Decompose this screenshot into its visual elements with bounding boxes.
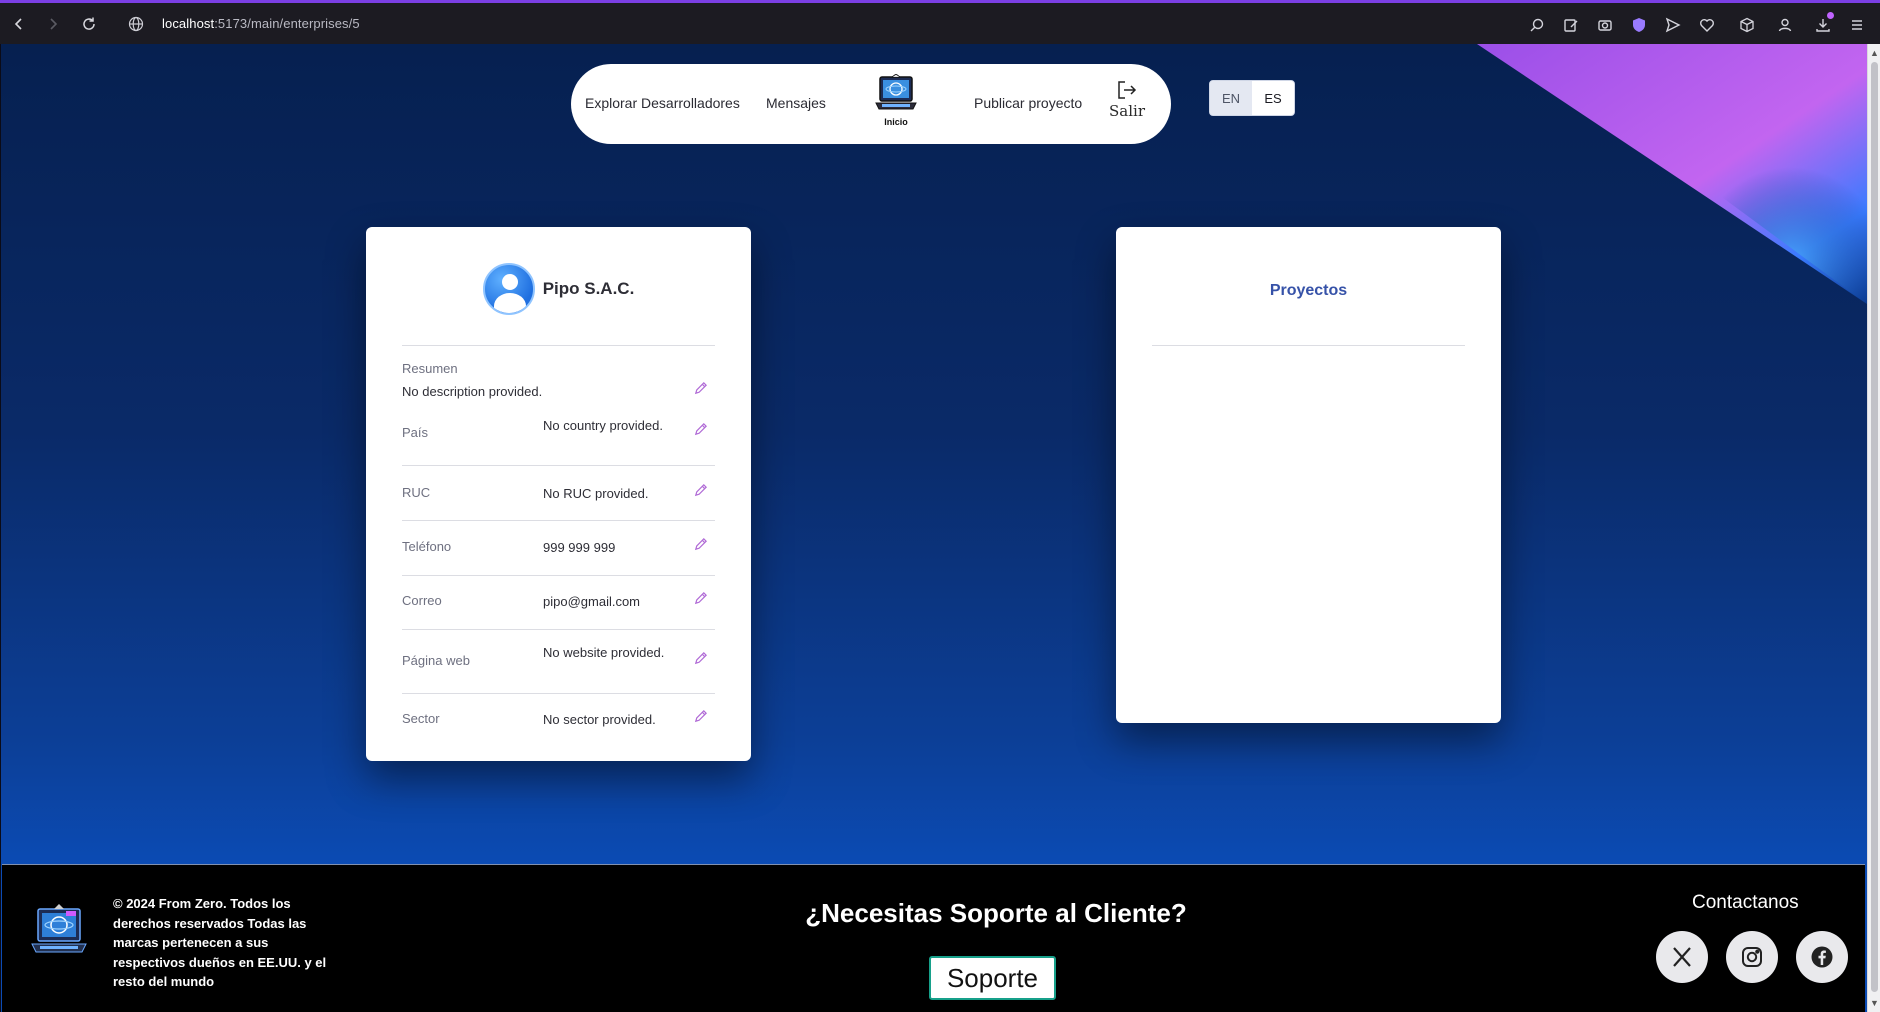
facebook-social-button[interactable] <box>1796 931 1848 983</box>
contact-title: Contactanos <box>1692 892 1799 913</box>
field-label: Sector <box>402 711 440 726</box>
back-icon <box>14 17 22 30</box>
logout-label: Salir <box>1109 102 1145 120</box>
send-icon[interactable] <box>1658 10 1688 40</box>
forward-button[interactable] <box>36 7 70 41</box>
x-social-button[interactable] <box>1656 931 1708 983</box>
projects-card: Proyectos <box>1116 227 1501 723</box>
edit-icon[interactable] <box>693 381 711 399</box>
footer: © 2024 From Zero. Todos los derechos res… <box>2 864 1865 1012</box>
globe-icon <box>128 16 144 31</box>
reload-icon <box>83 17 95 30</box>
field-value: No sector provided. <box>543 712 656 727</box>
edit-icon[interactable] <box>693 709 711 727</box>
url-path: :5173/main/enterprises/5 <box>214 16 360 31</box>
notification-dot <box>1827 12 1834 19</box>
edit-icon[interactable] <box>693 483 711 501</box>
field-value: pipo@gmail.com <box>543 594 641 609</box>
account-icon[interactable] <box>1770 10 1800 40</box>
address-bar[interactable]: localhost:5173/main/enterprises/5 <box>128 16 360 32</box>
lang-es-button[interactable]: ES <box>1252 81 1294 115</box>
menu-icon[interactable] <box>1842 10 1872 40</box>
scroll-thumb[interactable] <box>1871 62 1878 992</box>
toolbar-extensions <box>1522 3 1872 47</box>
cube-icon[interactable] <box>1732 10 1762 40</box>
nav-publish-project[interactable]: Publicar proyecto <box>974 95 1082 111</box>
nav-explore-developers[interactable]: Explorar Desarrolladores <box>585 95 740 111</box>
profile-header: Pipo S.A.C. <box>366 263 751 315</box>
instagram-icon <box>1742 947 1762 967</box>
lang-en-button[interactable]: EN <box>1210 81 1252 115</box>
reload-button[interactable] <box>72 7 106 41</box>
scroll-down-arrow[interactable]: ▼ <box>1868 996 1880 1010</box>
back-button[interactable] <box>2 7 36 41</box>
main-nav: Explorar Desarrolladores Mensajes Inicio… <box>571 64 1171 144</box>
edit-page-icon[interactable] <box>1556 10 1586 40</box>
edit-icon[interactable] <box>693 537 711 555</box>
field-label: Teléfono <box>402 539 452 554</box>
company-name: Pipo S.A.C. <box>542 279 635 298</box>
edit-icon[interactable] <box>693 651 711 669</box>
company-profile-card: Pipo S.A.C. Resumen No description provi… <box>366 227 751 761</box>
summary-value: No description provided. <box>402 384 543 399</box>
browser-toolbar: localhost:5173/main/enterprises/5 <box>0 0 1880 44</box>
support-button[interactable]: Soporte <box>929 956 1056 1000</box>
nav-home[interactable]: Inicio <box>871 74 921 127</box>
nav-home-label: Inicio <box>884 117 908 127</box>
language-toggle: EN ES <box>1209 80 1295 116</box>
edit-icon[interactable] <box>693 591 711 609</box>
x-icon <box>1673 947 1691 967</box>
instagram-social-button[interactable] <box>1726 931 1778 983</box>
avatar <box>482 263 535 315</box>
field-label: Página web <box>402 653 470 668</box>
field-label: RUC <box>402 485 431 500</box>
field-value: 999 999 999 <box>543 540 616 555</box>
support-title: ¿Necesitas Soporte al Cliente? <box>805 898 1187 928</box>
corner-decoration <box>1477 44 1867 304</box>
header-divider <box>402 345 715 346</box>
edit-icon[interactable] <box>693 422 711 440</box>
screenshot-icon[interactable] <box>1590 10 1620 40</box>
field-value: No website provided. <box>543 645 665 660</box>
forward-icon <box>50 17 58 30</box>
heart-icon[interactable] <box>1692 10 1722 40</box>
search-page-icon[interactable] <box>1522 10 1552 40</box>
scroll-up-arrow[interactable]: ▲ <box>1868 46 1880 60</box>
field-label: País <box>402 425 429 440</box>
facebook-icon <box>1811 946 1833 968</box>
logout-icon <box>1118 81 1137 99</box>
shield-icon[interactable] <box>1624 10 1654 40</box>
projects-divider <box>1152 345 1465 346</box>
download-icon[interactable] <box>1808 10 1838 40</box>
page-scrollbar[interactable]: ▲ ▼ <box>1867 44 1880 1012</box>
nav-logout[interactable]: Salir <box>1109 80 1145 120</box>
home-logo-icon <box>875 74 917 110</box>
nav-messages[interactable]: Mensajes <box>766 95 826 111</box>
url-host: localhost <box>162 16 215 31</box>
field-label: Correo <box>402 593 442 608</box>
summary-label: Resumen <box>402 361 458 376</box>
field-value: No RUC provided. <box>543 486 649 501</box>
projects-title: Proyectos <box>1269 282 1348 299</box>
url-text: localhost:5173/main/enterprises/5 <box>162 16 360 31</box>
field-value: No country provided. <box>543 418 663 433</box>
